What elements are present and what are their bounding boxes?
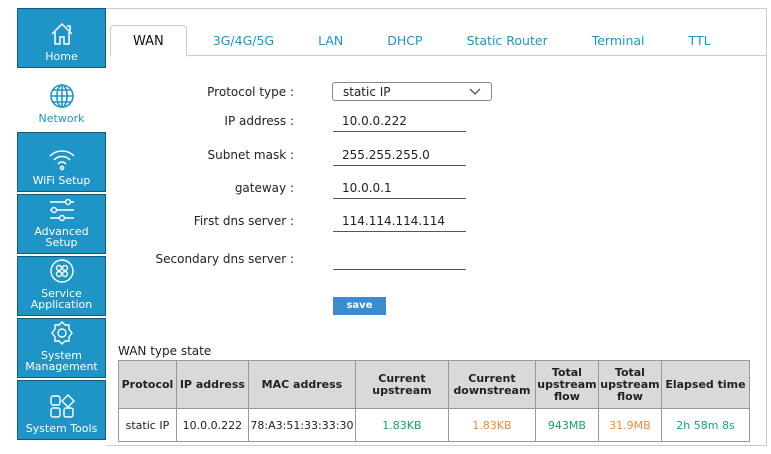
service-icon	[49, 259, 74, 283]
tab-static-router[interactable]: Static Router	[445, 25, 570, 55]
col-current-upstream: Current upstream	[354, 360, 449, 409]
col-elapsed-time: Elapsed time	[660, 360, 751, 409]
sidebar-item-label: Advanced Setup	[34, 225, 89, 249]
sidebar-item-label: System Management	[25, 349, 98, 373]
globe-icon	[49, 84, 74, 108]
subnet-mask-input[interactable]: 255.255.255.0	[333, 145, 466, 166]
sidebar-item-system-tools[interactable]: System Tools	[17, 380, 106, 440]
sidebar-item-home[interactable]: Home	[17, 8, 106, 68]
cell-current-upstream: 1.83KB	[354, 408, 449, 442]
tab-bar: WAN 3G/4G/5G LAN DHCP Static Router Term…	[110, 25, 766, 57]
home-icon	[50, 22, 73, 45]
cell-total-upstream: 943MB	[534, 408, 599, 442]
tab-wan[interactable]: WAN	[110, 25, 187, 57]
sidebar-item-label: Service Application	[30, 287, 93, 311]
tab-dhcp[interactable]: DHCP	[365, 25, 444, 55]
sliders-icon	[49, 198, 74, 222]
col-total-upstream-flow-2: Total upstream flow	[597, 360, 662, 409]
cell-total-upstream-2: 31.9MB	[597, 408, 662, 442]
tab-lan[interactable]: LAN	[296, 25, 365, 55]
tab-ttl[interactable]: TTL	[667, 25, 733, 55]
col-protocol: Protocol	[118, 360, 177, 409]
main-panel: WAN 3G/4G/5G LAN DHCP Static Router Term…	[106, 8, 767, 446]
secondary-dns-label: Secondary dns server :	[155, 252, 295, 266]
first-dns-input[interactable]: 114.114.114.114	[333, 211, 466, 232]
col-mac-address: MAC address	[247, 360, 356, 409]
protocol-type-label: Protocol type :	[207, 85, 294, 99]
sidebar-item-label: WiFi Setup	[32, 174, 91, 187]
table-row: static IP 10.0.0.222 78:A3:51:33:33:30 1…	[118, 408, 751, 442]
subnet-mask-label: Subnet mask :	[207, 148, 294, 162]
cell-elapsed-time: 2h 58m 8s	[660, 408, 751, 442]
col-ip-address: IP address	[175, 360, 249, 409]
ip-address-label: IP address :	[224, 114, 294, 128]
gateway-label: gateway :	[234, 181, 294, 195]
sidebar-item-service-application[interactable]: Service Application	[17, 256, 106, 316]
sidebar-item-advanced-setup[interactable]: Advanced Setup	[17, 194, 106, 254]
tools-grid-icon	[49, 394, 75, 418]
sidebar-item-wifi-setup[interactable]: WiFi Setup	[17, 132, 106, 192]
sidebar-item-label: Home	[45, 50, 78, 63]
wan-state-table: Protocol IP address MAC address Current …	[118, 360, 751, 442]
sidebar-item-network[interactable]: Network	[17, 70, 106, 130]
cell-mac: 78:A3:51:33:33:30	[247, 408, 356, 442]
chevron-down-icon	[469, 88, 481, 95]
sidebar-item-label: Network	[38, 112, 85, 125]
cell-protocol: static IP	[118, 408, 177, 442]
col-total-upstream-flow: Total upstream flow	[534, 360, 599, 409]
table-header-row: Protocol IP address MAC address Current …	[118, 360, 751, 409]
wifi-icon	[48, 150, 75, 171]
gear-icon	[50, 321, 73, 345]
sidebar-item-system-management[interactable]: System Management	[17, 318, 106, 378]
col-current-downstream: Current downstream	[447, 360, 536, 409]
cell-current-downstream: 1.83KB	[447, 408, 536, 442]
protocol-type-value: static IP	[343, 85, 391, 99]
ip-address-input[interactable]: 10.0.0.222	[333, 111, 466, 132]
secondary-dns-input[interactable]	[333, 249, 466, 270]
sidebar: Home Network WiFi Setup Advanced Setup S…	[17, 8, 106, 442]
wan-state-title: WAN type state	[118, 344, 212, 358]
gateway-input[interactable]: 10.0.0.1	[333, 178, 466, 199]
first-dns-label: First dns server :	[193, 214, 294, 228]
tab-3g-4g-5g[interactable]: 3G/4G/5G	[191, 25, 296, 55]
protocol-type-select[interactable]: static IP	[332, 82, 492, 101]
sidebar-item-label: System Tools	[25, 422, 98, 435]
cell-ip: 10.0.0.222	[175, 408, 249, 442]
tab-terminal[interactable]: Terminal	[570, 25, 667, 55]
save-button[interactable]: save	[333, 297, 386, 315]
